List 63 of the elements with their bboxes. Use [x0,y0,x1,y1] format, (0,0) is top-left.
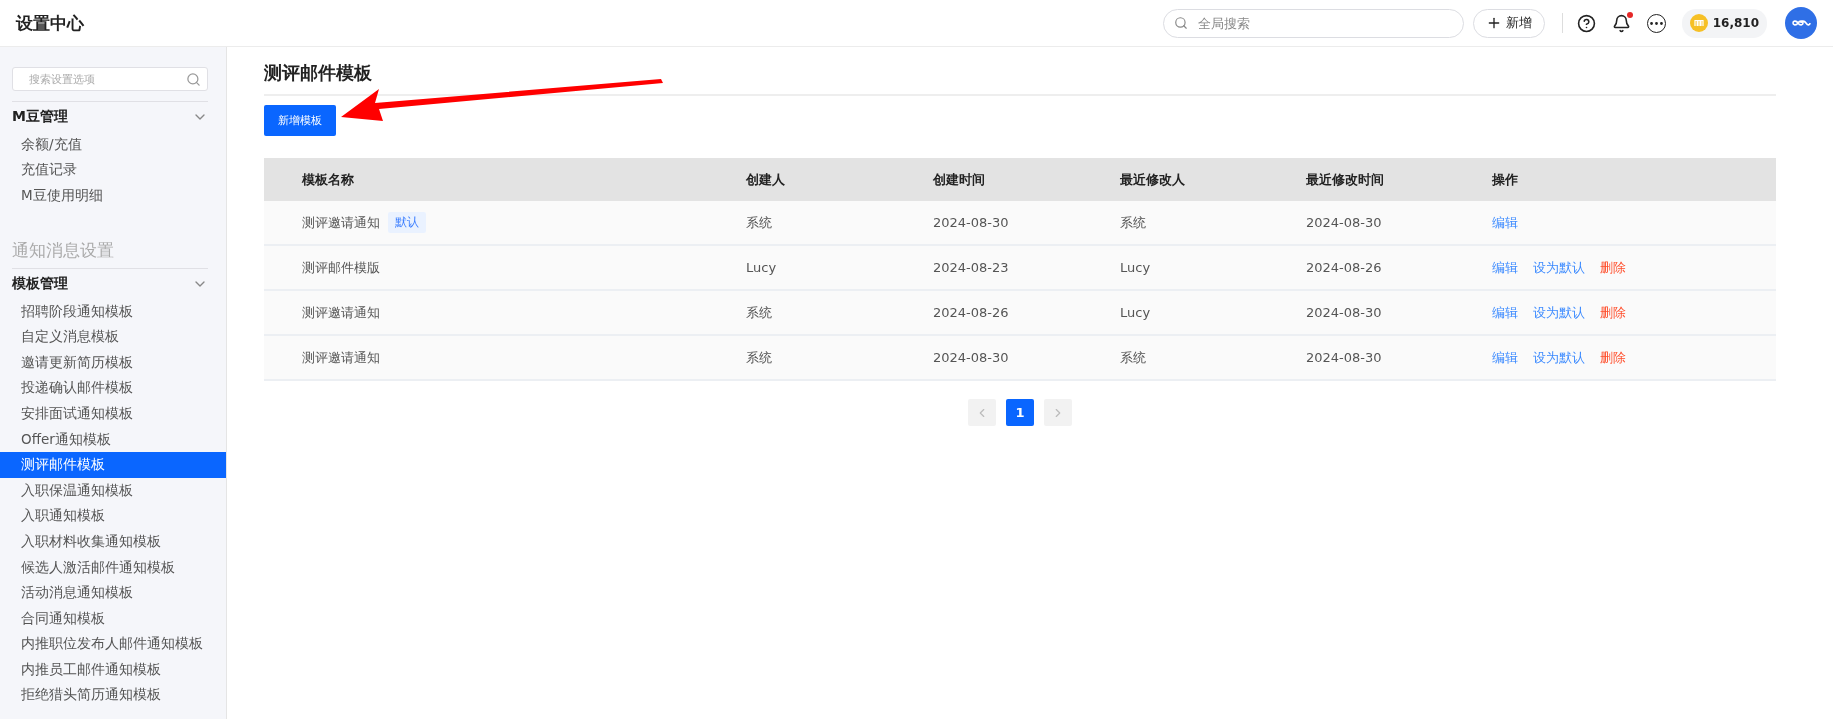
avatar[interactable] [1785,7,1817,39]
sidebar-search-field[interactable]: 搜索设置选项 [12,67,208,91]
sidebar-item[interactable]: 合同通知模板 [0,605,226,632]
sidebar-item[interactable]: 候选人激活邮件通知模板 [0,554,226,581]
sidebar-item[interactable]: 内推员工邮件通知模板 [0,657,226,683]
table-cell-text: 2024-08-30 [933,215,1010,230]
table-cell-text: 系统 [746,213,773,232]
sidebar-item[interactable]: 招聘阶段通知模板 [0,298,226,325]
sidebar-item[interactable]: 充值记录 [0,157,226,184]
search-icon [186,71,201,87]
table-cell-text: 系统 [746,348,773,367]
sidebar-item[interactable]: 拒绝猎头简历通知模板 [0,682,226,709]
menu-group[interactable]: 模板管理 [12,268,208,299]
sidebar-item[interactable]: 安排面试通知模板 [0,401,226,427]
coin-balance[interactable]: 16,810 [1681,8,1767,38]
table-cell-text: 2024-08-30 [1306,305,1383,320]
column-header: 最近修改人 [1120,170,1186,189]
section-heading: 通知消息设置 [12,238,208,269]
sidebar-item[interactable]: 邀请更新简历模板 [0,349,226,376]
table-cell-text: 2024-08-30 [1306,350,1383,365]
search-field[interactable]: 全局搜索 [1195,14,1453,32]
sidebar-item[interactable]: 入职保温通知模板 [0,477,226,504]
sidebar-item[interactable]: 入职通知模板 [0,503,226,530]
sidebar-search-field[interactable]: 搜索设置选项 [27,71,186,87]
table-cell-text: 系统 [1120,213,1147,232]
table-cell-text: 2024-08-30 [933,350,1010,365]
table-cell-text: 2024-08-26 [933,305,1010,320]
column-header: 操作 [1492,170,1519,189]
default-tag: 默认 [388,212,426,233]
coin-icon [1689,14,1708,32]
column-header: 创建人 [746,170,786,189]
table-cell-text: Lucy [1120,305,1152,320]
app-title: 设置中心 [16,11,85,35]
new-button[interactable]: 新增 [1472,8,1545,38]
table-cell-text: 2024-08-26 [1306,260,1383,275]
sidebar-item[interactable]: 余额/充值 [0,132,226,158]
column-header: 最近修改时间 [1306,170,1385,189]
table-cell-text: Lucy [1120,260,1152,275]
table-cell-text: 2024-08-30 [1306,215,1383,230]
column-header: 创建时间 [933,170,986,189]
menu-group[interactable]: M豆管理 [12,102,208,132]
sidebar-item[interactable]: 投递确认邮件模板 [0,375,226,402]
search-icon [1173,16,1188,30]
sidebar-item[interactable]: 入职材料收集通知模板 [0,529,226,555]
sidebar-item[interactable]: 测评邮件模板 [0,452,226,478]
table-cell-text: 系统 [1120,348,1147,367]
help-icon[interactable] [1576,13,1596,33]
page-button[interactable]: 1 [1006,399,1034,426]
table-cell-text: 2024-08-23 [933,260,1010,275]
sidebar-item[interactable]: 自定义消息模板 [0,324,226,350]
sidebar-item[interactable]: 活动消息通知模板 [0,580,226,606]
column-header: 模板名称 [300,170,355,189]
table-cell: 测评邮件模版 [302,258,380,277]
sidebar-item[interactable]: 内推职位发布人邮件通知模板 [0,631,226,658]
sidebar-item[interactable]: M豆使用明细 [0,183,226,209]
bell-icon[interactable] [1611,13,1631,33]
table-cell: 测评邀请通知 [302,348,380,367]
table-cell-text: 系统 [746,303,773,322]
table-cell: 测评邀请通知 [302,213,380,232]
add-template-button[interactable]: 新增模板 [264,105,336,136]
table-cell-text: Lucy [746,260,778,275]
sidebar-item[interactable]: Offer通知模板 [0,426,226,453]
table-cell: 测评邀请通知 [302,303,380,322]
